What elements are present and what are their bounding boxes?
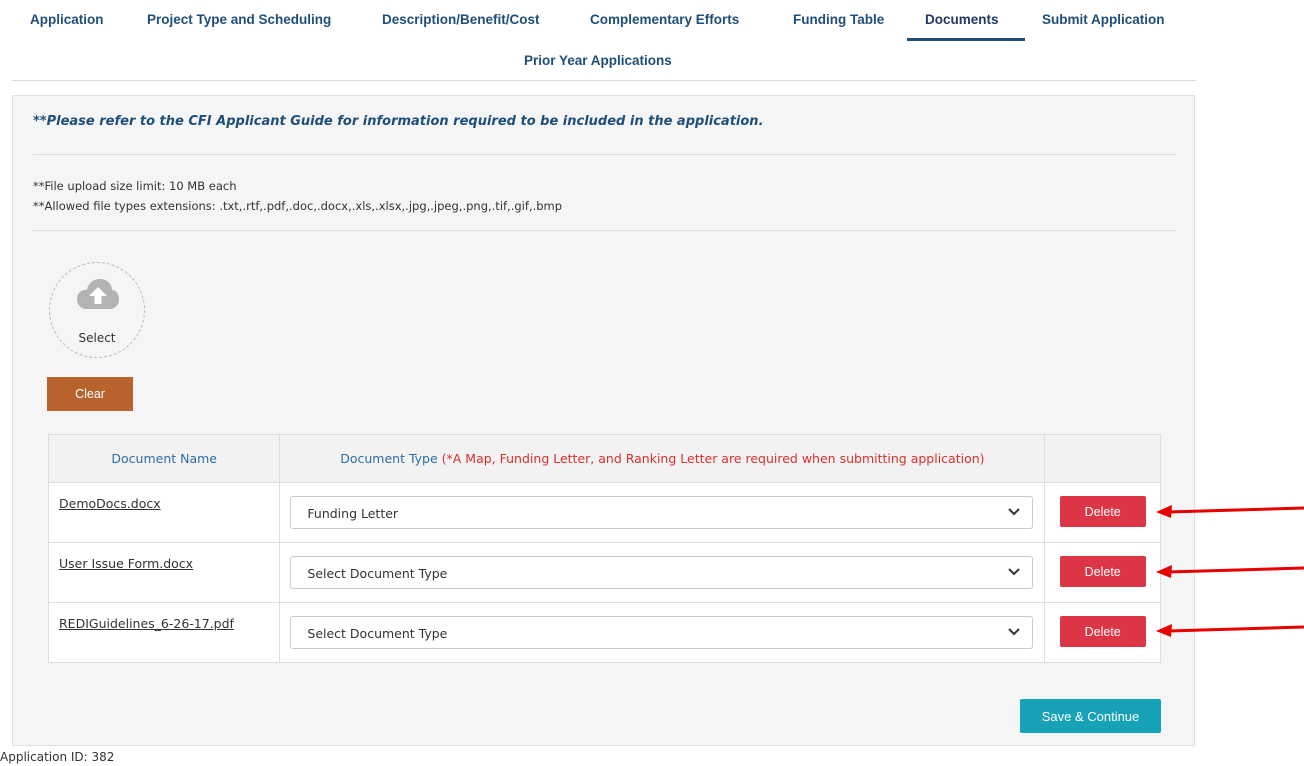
active-tab-indicator <box>907 38 1025 41</box>
table-row: DemoDocs.docx Funding Letter Delete <box>47 482 1161 543</box>
chevron-down-icon <box>1008 508 1021 516</box>
document-type-select[interactable]: Select Document Type <box>290 616 1034 649</box>
delete-button[interactable]: Delete <box>1059 496 1146 527</box>
divider <box>33 230 1176 231</box>
delete-button[interactable]: Delete <box>1059 616 1146 647</box>
tab-description-benefit-cost[interactable]: Description/Benefit/Cost <box>382 12 540 27</box>
header-document-name: Document Name <box>47 434 281 483</box>
file-upload-select[interactable]: Select <box>49 262 145 358</box>
tab-funding-table[interactable]: Funding Table <box>793 12 884 27</box>
applicant-guide-note: **Please refer to the CFI Applicant Guid… <box>33 114 764 129</box>
document-link[interactable]: REDIGuidelines_6-26-17.pdf <box>59 616 234 631</box>
document-type-value: Select Document Type <box>307 626 448 641</box>
nav-tabs: Application Project Type and Scheduling … <box>12 0 1196 81</box>
annotation-arrow-icon <box>1156 624 1304 637</box>
header-document-type-label: Document Type <box>340 451 438 466</box>
tab-application[interactable]: Application <box>30 12 104 27</box>
document-type-select[interactable]: Funding Letter <box>290 496 1034 529</box>
annotation-arrow-icon <box>1156 505 1304 518</box>
upload-limits: **File upload size limit: 10 MB each **A… <box>33 176 562 216</box>
table-row: REDIGuidelines_6-26-17.pdf Select Docume… <box>47 602 1161 663</box>
documents-panel: **Please refer to the CFI Applicant Guid… <box>12 95 1195 746</box>
tab-complementary-efforts[interactable]: Complementary Efforts <box>590 12 739 27</box>
tab-documents[interactable]: Documents <box>925 12 999 27</box>
chevron-down-icon <box>1008 628 1021 636</box>
clear-button[interactable]: Clear <box>47 377 133 411</box>
application-id: Application ID: 382 <box>0 750 115 764</box>
divider <box>33 154 1176 155</box>
annotation-arrow-icon <box>1156 565 1304 578</box>
header-actions <box>1044 434 1161 483</box>
allowed-types-text: **Allowed file types extensions: .txt,.r… <box>33 199 563 213</box>
tab-submit-application[interactable]: Submit Application <box>1042 12 1165 27</box>
document-type-select[interactable]: Select Document Type <box>290 556 1034 589</box>
header-document-type: Document Type (*A Map, Funding Letter, a… <box>279 434 1046 483</box>
size-limit-text: **File upload size limit: 10 MB each <box>33 179 237 193</box>
tab-project-type-scheduling[interactable]: Project Type and Scheduling <box>147 12 331 27</box>
document-type-value: Select Document Type <box>307 566 448 581</box>
delete-button[interactable]: Delete <box>1059 556 1146 587</box>
document-link[interactable]: DemoDocs.docx <box>59 496 161 511</box>
document-link[interactable]: User Issue Form.docx <box>59 556 193 571</box>
table-row: User Issue Form.docx Select Document Typ… <box>47 542 1161 603</box>
document-type-value: Funding Letter <box>307 506 399 521</box>
table-header-row: Document Name Document Type (*A Map, Fun… <box>47 434 1161 483</box>
cloud-upload-icon <box>77 279 119 309</box>
tab-prior-year-applications[interactable]: Prior Year Applications <box>524 53 672 68</box>
chevron-down-icon <box>1008 568 1021 576</box>
documents-table: Document Name Document Type (*A Map, Fun… <box>47 434 1161 663</box>
save-continue-button[interactable]: Save & Continue <box>1020 699 1161 733</box>
required-documents-note: (*A Map, Funding Letter, and Ranking Let… <box>441 451 985 466</box>
upload-select-label: Select <box>78 331 116 345</box>
